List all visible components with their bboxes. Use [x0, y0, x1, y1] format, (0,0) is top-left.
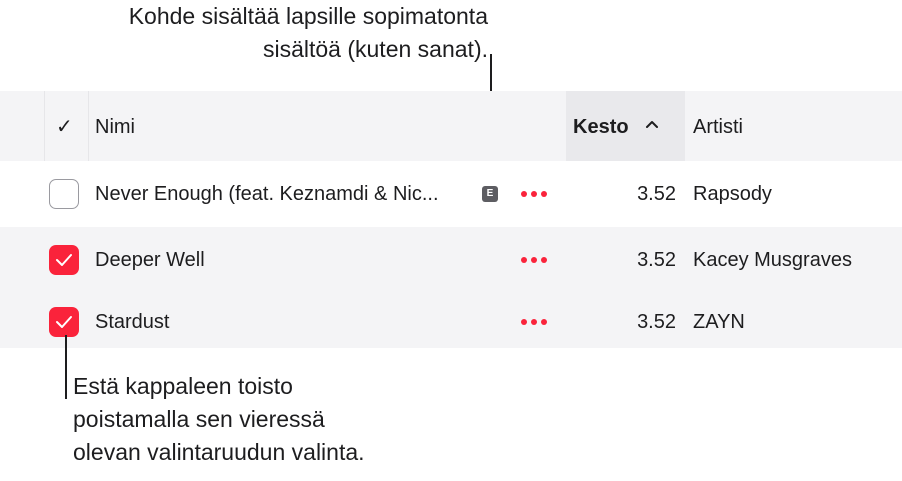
song-name: Stardust	[95, 311, 170, 333]
song-artist: ZAYN	[693, 311, 745, 333]
checkbox-callout-line1: Estä kappaleen toisto	[73, 373, 293, 399]
song-checkbox[interactable]	[49, 179, 79, 209]
song-artist: Kacey Musgraves	[693, 249, 852, 271]
table-row[interactable]: Stardust 3.52 ZAYN	[0, 293, 902, 348]
song-time: 3.52	[637, 249, 676, 271]
song-checkbox[interactable]	[49, 245, 79, 275]
checkmark-icon	[56, 254, 72, 266]
song-checkbox[interactable]	[49, 307, 79, 337]
checkbox-callout-line3: olevan valintaruudun valinta.	[73, 439, 365, 465]
ellipsis-icon[interactable]	[521, 257, 549, 265]
column-header-time[interactable]: Kesto	[573, 115, 629, 139]
song-time: 3.52	[637, 183, 676, 205]
checkmark-icon	[56, 316, 72, 328]
ellipsis-icon[interactable]	[521, 191, 549, 199]
ellipsis-icon[interactable]	[521, 319, 549, 327]
checkbox-callout-line2: poistamalla sen vieressä	[73, 406, 325, 432]
explicit-callout-line2: sisältöä (kuten sanat).	[262, 36, 488, 62]
checkbox-callout: Estä kappaleen toisto poistamalla sen vi…	[73, 370, 493, 469]
chevron-up-icon	[645, 113, 659, 137]
song-artist: Rapsody	[693, 183, 772, 205]
column-header-row: ✓ Nimi Kesto Artisti	[0, 91, 902, 161]
checkbox-callout-leader	[65, 335, 67, 399]
column-header-name[interactable]: Nimi	[95, 115, 135, 139]
column-header-checked[interactable]: ✓	[56, 115, 73, 139]
column-header-artist[interactable]: Artisti	[693, 115, 743, 139]
song-time: 3.52	[637, 311, 676, 333]
song-list: ✓ Nimi Kesto Artisti Never Enough (feat.…	[0, 91, 902, 348]
song-name: Deeper Well	[95, 249, 205, 271]
explicit-callout-line1: Kohde sisältää lapsille sopimatonta	[128, 3, 488, 29]
explicit-callout: Kohde sisältää lapsille sopimatonta sisä…	[10, 0, 488, 66]
table-row[interactable]: Deeper Well 3.52 Kacey Musgraves	[0, 227, 902, 293]
explicit-icon: E	[482, 186, 498, 202]
song-name: Never Enough (feat. Keznamdi & Nic...	[95, 183, 439, 205]
table-row[interactable]: Never Enough (feat. Keznamdi & Nic... E …	[0, 161, 902, 227]
